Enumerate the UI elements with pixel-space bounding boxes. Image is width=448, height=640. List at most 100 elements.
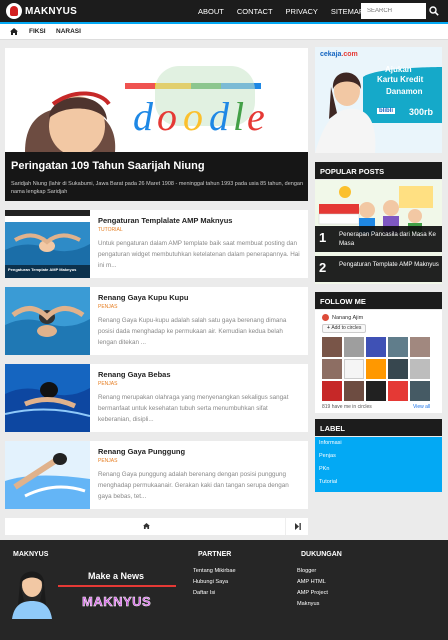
svg-text:d: d xyxy=(209,94,230,139)
follower-avatar[interactable] xyxy=(344,337,364,357)
ad-brand: cekaja.com xyxy=(320,51,358,58)
ad-price: 300rb xyxy=(409,107,434,117)
svg-text:o: o xyxy=(157,94,177,139)
popular-post-number: 2 xyxy=(319,260,327,275)
ad-store: blibli xyxy=(377,108,395,114)
nav-privacy[interactable]: PRIVACY xyxy=(286,7,318,16)
thumbnail-image xyxy=(5,441,90,509)
follower-avatar[interactable] xyxy=(344,381,364,401)
follower-avatar[interactable] xyxy=(410,381,430,401)
follower-avatar[interactable] xyxy=(322,337,342,357)
advertisement-banner[interactable]: cekaja.com Ajukan Kartu Kredit Danamon b… xyxy=(315,47,442,153)
partner-heading: PARTNER xyxy=(198,551,232,558)
partner-link[interactable]: Hubungi Saya xyxy=(193,579,228,585)
popular-post-item[interactable]: 2 Pengaturan Template AMP Maknyus xyxy=(315,256,442,282)
label-item[interactable]: Penjas xyxy=(319,453,336,459)
nav-contact[interactable]: CONTACT xyxy=(237,7,273,16)
featured-post[interactable]: d o o d l e Peringatan 109 Tahun Saarija… xyxy=(5,48,308,201)
follower-avatar[interactable] xyxy=(410,337,430,357)
thumbnail-image xyxy=(5,287,90,355)
label-item[interactable]: PKn xyxy=(319,466,329,472)
follower-avatar[interactable] xyxy=(410,359,430,379)
support-link[interactable]: Blogger xyxy=(297,568,316,574)
post-thumbnail[interactable] xyxy=(5,364,90,432)
add-to-circles-button[interactable]: + Add to circles xyxy=(322,324,367,333)
follower-avatar[interactable] xyxy=(366,381,386,401)
next-page-button[interactable] xyxy=(285,518,308,535)
featured-description: Saridjah Niung (lahir di Sukabumi, Jawa … xyxy=(11,181,304,195)
label-item[interactable]: Tutorial xyxy=(319,479,337,485)
view-all-link[interactable]: View all xyxy=(413,404,430,410)
category-narasi[interactable]: NARASI xyxy=(56,28,81,35)
post-card[interactable]: Renang Gaya Punggung PENJAS Renang Gaya … xyxy=(5,441,308,509)
home-icon[interactable] xyxy=(10,28,18,35)
post-excerpt: Renang Gaya punggung adalah berenang den… xyxy=(98,471,289,500)
footer-banner[interactable]: Make a News MAKNYUS xyxy=(8,567,178,619)
ad-line-3: Danamon xyxy=(386,87,423,96)
post-label[interactable]: PENJAS xyxy=(98,381,117,387)
ad-image xyxy=(315,47,442,153)
banner-underline xyxy=(58,585,176,587)
thumbnail-image xyxy=(5,364,90,432)
follower-avatar[interactable] xyxy=(322,359,342,379)
featured-title[interactable]: Peringatan 109 Tahun Saarijah Niung xyxy=(11,160,205,172)
label-item[interactable]: Informasi xyxy=(319,440,342,446)
featured-caption: Peringatan 109 Tahun Saarijah Niung Sari… xyxy=(5,152,308,201)
follower-avatar[interactable] xyxy=(322,381,342,401)
post-card[interactable]: Renang Gaya Bebas PENJAS Renang merupaka… xyxy=(5,364,308,432)
nav-sitemap[interactable]: SITEMAP xyxy=(331,7,364,16)
post-card[interactable]: Renang Gaya Kupu Kupu PENJAS Renang Gaya… xyxy=(5,287,308,355)
skip-next-icon xyxy=(295,523,301,530)
support-heading: DUKUNGAN xyxy=(301,551,342,558)
circles-count: 819 have me in circles xyxy=(322,404,372,410)
ad-line-2: Kartu Kredit xyxy=(377,75,424,84)
follower-avatar[interactable] xyxy=(388,381,408,401)
follower-avatar[interactable] xyxy=(366,359,386,379)
support-link[interactable]: AMP Project xyxy=(297,590,328,596)
nav-about[interactable]: ABOUT xyxy=(198,7,224,16)
category-fiksi[interactable]: FIKSI xyxy=(29,28,46,35)
popular-post-title[interactable]: Penerapan Pancasila dari Masa Ke Masa xyxy=(339,230,439,248)
post-excerpt: Renang Gaya Kupu-kupu adalah salah satu … xyxy=(98,317,287,346)
follower-avatar[interactable] xyxy=(388,337,408,357)
profile-name[interactable]: Nanang Ajim xyxy=(322,314,363,321)
post-title[interactable]: Renang Gaya Kupu Kupu xyxy=(98,293,188,302)
post-label[interactable]: PENJAS xyxy=(98,458,117,464)
featured-image: d o o d l e xyxy=(5,48,308,156)
follower-avatar[interactable] xyxy=(366,337,386,357)
add-to-circles-label: Add to circles xyxy=(331,325,362,331)
follow-heading: FOLLOW ME xyxy=(315,292,442,309)
search-button[interactable] xyxy=(426,3,442,19)
support-link[interactable]: AMP HTML xyxy=(297,579,326,585)
popular-post-title[interactable]: Pengaturan Template AMP Maknyus xyxy=(339,260,439,269)
post-excerpt: Renang merupakan olahraga yang menyenang… xyxy=(98,394,289,423)
home-icon[interactable] xyxy=(143,523,150,529)
pagination xyxy=(5,518,308,535)
post-title[interactable]: Pengaturan Templalate AMP Maknyus xyxy=(98,216,232,225)
footer: MAKNYUS Make a News MAKNYUS PARTNER Tent… xyxy=(0,540,448,640)
post-thumbnail[interactable] xyxy=(5,287,90,355)
thumbnail-caption: Pengaturan Template AMP Maknyus xyxy=(8,267,77,272)
ad-line-1: Ajukan xyxy=(385,65,412,74)
post-thumbnail[interactable]: Pengaturan Template AMP Maknyus xyxy=(5,210,90,278)
partner-link[interactable]: Daftar Isi xyxy=(193,590,215,596)
profile-name-text: Nanang Ajim xyxy=(332,314,364,321)
post-label[interactable]: TUTORIAL xyxy=(98,227,123,233)
post-label[interactable]: PENJAS xyxy=(98,304,117,310)
popular-posts-heading: POPULAR POSTS xyxy=(315,162,442,179)
post-title[interactable]: Renang Gaya Punggung xyxy=(98,447,185,456)
google-plus-icon xyxy=(322,314,329,321)
follower-avatar[interactable] xyxy=(388,359,408,379)
post-thumbnail[interactable] xyxy=(5,441,90,509)
partner-link[interactable]: Tentang Mikirbae xyxy=(193,568,236,574)
site-logo[interactable]: MAKNYUS xyxy=(6,3,77,19)
follower-avatar[interactable] xyxy=(344,359,364,379)
banner-tagline: Make a News xyxy=(88,571,145,581)
search-input[interactable] xyxy=(361,3,426,19)
post-title[interactable]: Renang Gaya Bebas xyxy=(98,370,171,379)
post-card[interactable]: Pengaturan Template AMP Maknyus Pengatur… xyxy=(5,210,308,278)
popular-post-item[interactable]: 1 Penerapan Pancasila dari Masa Ke Masa xyxy=(315,226,442,252)
post-excerpt: Untuk pengaturan dalam AMP template baik… xyxy=(98,240,300,269)
support-link[interactable]: Maknyus xyxy=(297,601,319,607)
site-name: MAKNYUS xyxy=(25,5,77,17)
